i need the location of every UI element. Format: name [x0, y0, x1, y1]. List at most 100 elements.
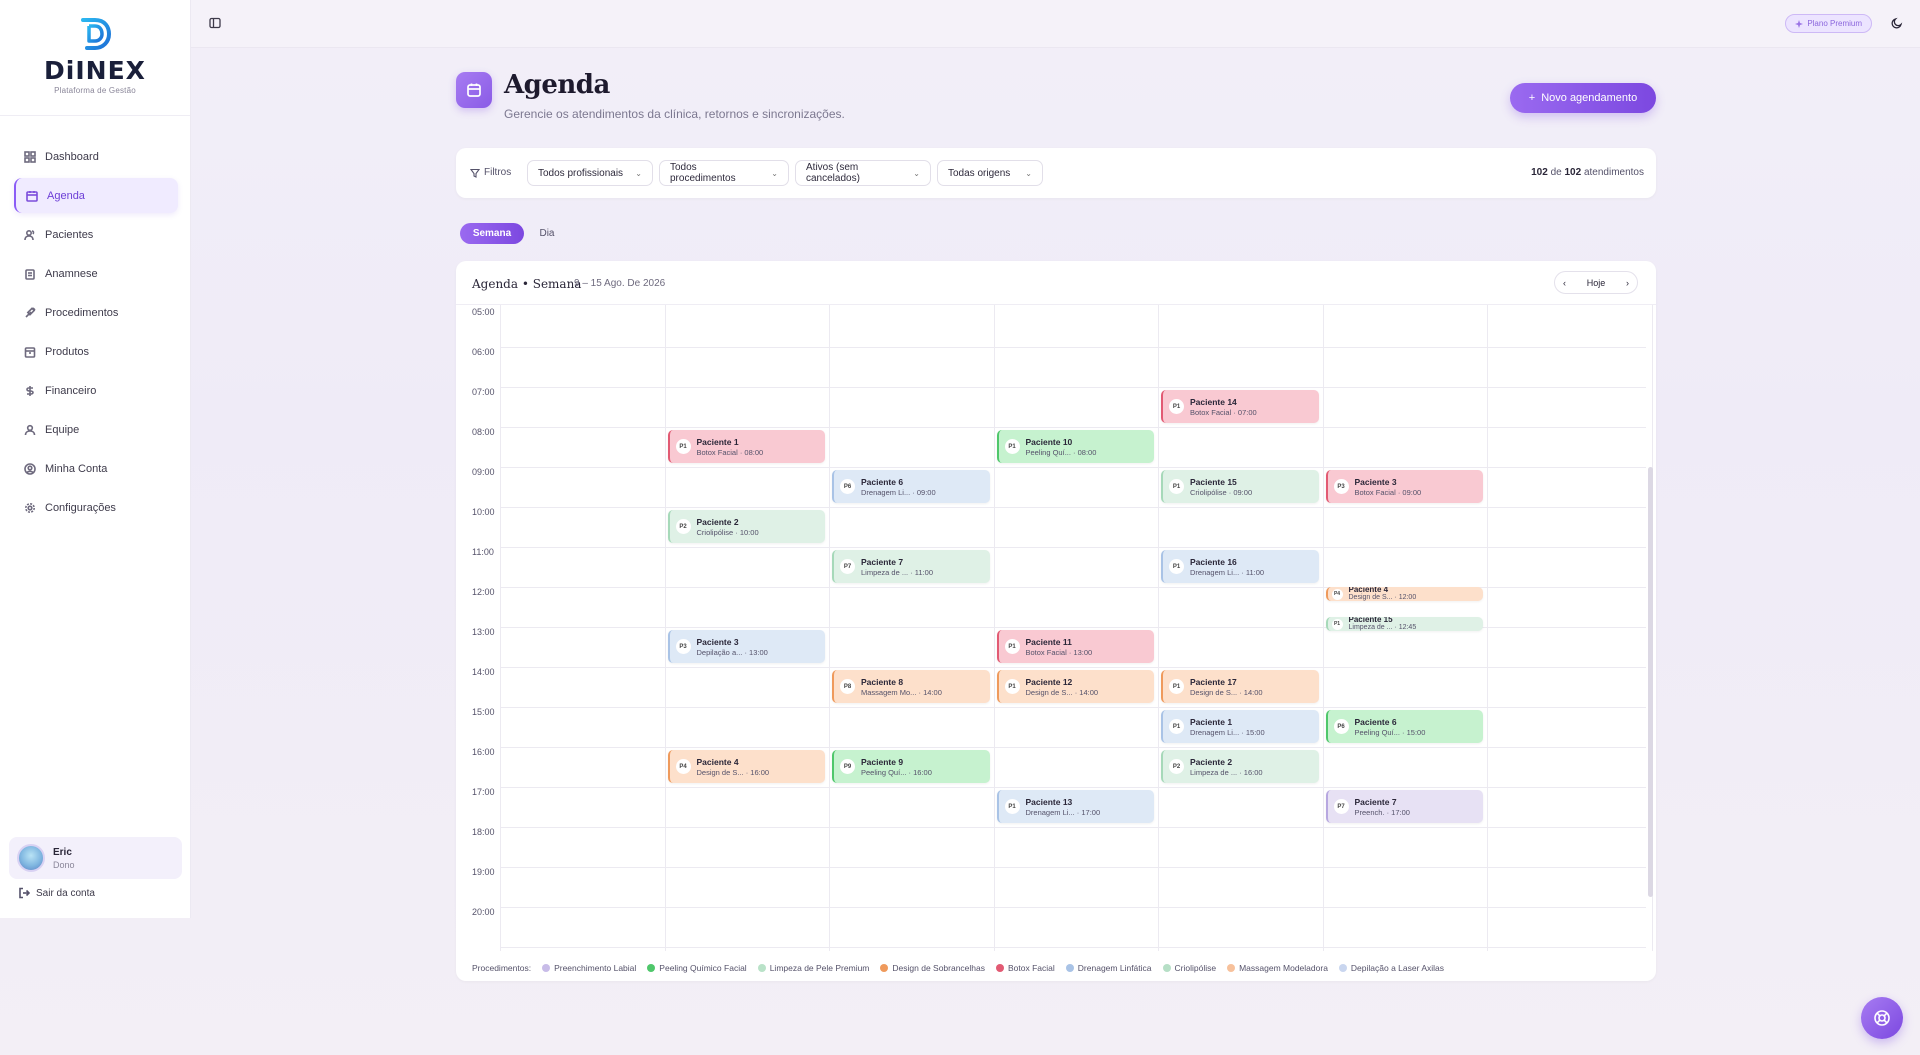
day-column-divider: [993, 305, 995, 951]
appointment-event[interactable]: P9 Paciente 9 Peeling Quí... · 16:00: [832, 750, 990, 783]
calendar-date-range: 9 – 15 Ago. De 2026: [574, 278, 666, 289]
new-appointment-label: Novo agendamento: [1541, 92, 1638, 104]
sidebar-item-dashboard[interactable]: Dashboard: [14, 139, 178, 174]
chevron-right-icon[interactable]: ›: [1626, 278, 1629, 288]
appointment-event[interactable]: P4 Paciente 4 Design de S... · 12:00: [1325, 587, 1483, 601]
syringe-icon: [25, 306, 36, 318]
appointment-event[interactable]: P1 Paciente 10 Peeling Quí... · 08:00: [996, 430, 1154, 463]
chevron-left-icon[interactable]: ‹: [1563, 278, 1566, 288]
patient-badge: P7: [840, 559, 855, 574]
patient-badge: P1: [1169, 479, 1184, 494]
moon-icon[interactable]: [1891, 17, 1903, 29]
patient-name: Paciente 15: [1190, 476, 1237, 487]
appointment-detail: Limpeza de ... · 12:45: [1348, 624, 1417, 631]
sidebar-item-agenda[interactable]: Agenda: [14, 178, 178, 213]
status-select-value: Ativos (sem cancelados): [806, 162, 860, 184]
appointment-event[interactable]: P6 Paciente 6 Drenagem Li... · 09:00: [832, 470, 990, 503]
appointment-event[interactable]: P1 Paciente 1 Botox Facial · 08:00: [667, 430, 825, 463]
user-card[interactable]: Eric Dono: [9, 837, 182, 879]
appointment-event[interactable]: P1 Paciente 17 Design de S... · 14:00: [1161, 670, 1319, 703]
sidebar-item-label: Financeiro: [45, 384, 97, 397]
procedure-select[interactable]: Todos procedimentos ⌄: [659, 160, 789, 186]
sidebar-item-label: Produtos: [45, 345, 90, 358]
premium-label: Plano Premium: [1807, 19, 1862, 28]
hour-label: 15:00: [472, 707, 495, 717]
legend-item-label: Massagem Modeladora: [1239, 963, 1328, 973]
professional-select-value: Todos profissionais: [538, 167, 624, 179]
gear-icon: [25, 502, 35, 513]
appointment-event[interactable]: P1 Paciente 15 Limpeza de ... · 12:45: [1325, 617, 1483, 631]
appointment-event[interactable]: P1 Paciente 13 Drenagem Li... · 17:00: [996, 790, 1154, 823]
tab-dia[interactable]: Dia: [530, 223, 564, 244]
today-button[interactable]: Hoje: [1587, 278, 1606, 288]
legend-item-label: Botox Facial: [1008, 963, 1055, 973]
appointment-event[interactable]: P1 Paciente 11 Botox Facial · 13:00: [996, 630, 1154, 663]
sidebar-item-financeiro[interactable]: Financeiro: [14, 373, 178, 408]
plus-icon: +: [1528, 92, 1536, 104]
appointment-event[interactable]: P1 Paciente 15 Criolipólise · 09:00: [1161, 470, 1319, 503]
appointment-event[interactable]: P1 Paciente 14 Botox Facial · 07:00: [1161, 390, 1319, 423]
appointment-text: Paciente 12 Design de S... · 14:00: [1026, 677, 1099, 697]
appointment-detail: Peeling Quí... · 16:00: [861, 767, 932, 777]
premium-badge[interactable]: Plano Premium: [1785, 14, 1872, 33]
appointment-detail: Drenagem Li... · 15:00: [1190, 727, 1265, 737]
patient-badge: P1: [1004, 799, 1020, 814]
sidebar-item-label: Dashboard: [45, 150, 99, 163]
appointment-event[interactable]: P3 Paciente 3 Botox Facial · 09:00: [1325, 470, 1483, 503]
appointment-event[interactable]: P7 Paciente 7 Limpeza de ... · 11:00: [832, 550, 990, 583]
legend-item-label: Design de Sobrancelhas: [892, 963, 986, 973]
patient-badge: P1: [1169, 399, 1184, 414]
sidebar-toggle-icon[interactable]: [209, 17, 221, 29]
origin-select[interactable]: Todas origens ⌄: [937, 160, 1043, 186]
sidebar-item-configuracoes[interactable]: Configurações: [14, 490, 178, 525]
logout-link[interactable]: Sair da conta: [18, 887, 95, 899]
patient-name: Paciente 7: [861, 556, 904, 567]
patient-badge: P1: [1004, 439, 1020, 454]
team-icon: [24, 424, 36, 435]
sidebar-item-pacientes[interactable]: Pacientes: [14, 217, 178, 252]
appointment-detail: Drenagem Li... · 17:00: [1025, 807, 1101, 817]
sparkle-icon: [1795, 19, 1804, 28]
appointment-event[interactable]: P4 Paciente 4 Design de S... · 16:00: [667, 750, 825, 783]
appointment-event[interactable]: P7 Paciente 7 Preench. · 17:00: [1325, 790, 1483, 823]
hour-gridline: [500, 387, 1646, 388]
appointment-event[interactable]: P2 Paciente 2 Limpeza de ... · 16:00: [1161, 750, 1319, 783]
hour-label: 12:00: [472, 587, 495, 597]
legend-color-dot: [1065, 964, 1074, 972]
calendar-scrollbar[interactable]: [1648, 467, 1653, 897]
sidebar-nav: Dashboard Agenda Pacientes Anamnese Proc…: [0, 116, 190, 529]
hour-label: 05:00: [472, 307, 495, 317]
day-column-divider: [664, 305, 666, 951]
user-role: Dono: [53, 859, 75, 870]
box-icon: [24, 346, 36, 358]
count-shown: 102: [1531, 167, 1548, 178]
calendar-grid[interactable]: 05:00 06:00 07:00 08:00 09:00 10:00 11:00 12:00…: [456, 305, 1653, 951]
legend-color-dot: [1338, 964, 1347, 972]
appointment-event[interactable]: P1 Paciente 12 Design de S... · 14:00: [996, 670, 1154, 703]
appointment-event[interactable]: P3 Paciente 3 Depilação a... · 13:00: [667, 630, 825, 663]
day-column-divider: [1487, 305, 1488, 951]
sidebar-item-anamnese[interactable]: Anamnese: [14, 256, 178, 291]
sidebar-item-label: Minha Conta: [45, 462, 108, 475]
help-button[interactable]: [1861, 997, 1903, 1039]
day-column-divider: [829, 305, 830, 951]
sidebar-item-minha-conta[interactable]: Minha Conta: [14, 451, 178, 486]
chevron-down-icon: ⌄: [771, 168, 778, 178]
appointment-event[interactable]: P1 Paciente 1 Drenagem Li... · 15:00: [1161, 710, 1319, 743]
appointment-event[interactable]: P2 Paciente 2 Criolipólise · 10:00: [667, 510, 825, 543]
appointment-event[interactable]: P8 Paciente 8 Massagem Mo... · 14:00: [832, 670, 990, 703]
sidebar-item-procedimentos[interactable]: Procedimentos: [14, 295, 178, 330]
sidebar-item-equipe[interactable]: Equipe: [14, 412, 178, 447]
hour-label: 18:00: [472, 827, 495, 837]
patient-badge: P6: [1333, 719, 1349, 734]
appointment-event[interactable]: P1 Paciente 16 Drenagem Li... · 11:00: [1161, 550, 1319, 583]
new-appointment-button[interactable]: + Novo agendamento: [1510, 83, 1656, 113]
sidebar-item-produtos[interactable]: Produtos: [14, 334, 178, 369]
appointment-event[interactable]: P6 Paciente 6 Peeling Quí... · 15:00: [1325, 710, 1483, 743]
origin-select-value: Todas origens: [948, 167, 1011, 179]
status-select[interactable]: Ativos (sem cancelados) ⌄: [795, 160, 931, 186]
appointment-detail: Limpeza de ... · 16:00: [1190, 767, 1263, 777]
tab-semana[interactable]: Semana: [460, 223, 524, 244]
patient-name: Paciente 9: [861, 756, 904, 767]
professional-select[interactable]: Todos profissionais ⌄: [527, 160, 653, 186]
